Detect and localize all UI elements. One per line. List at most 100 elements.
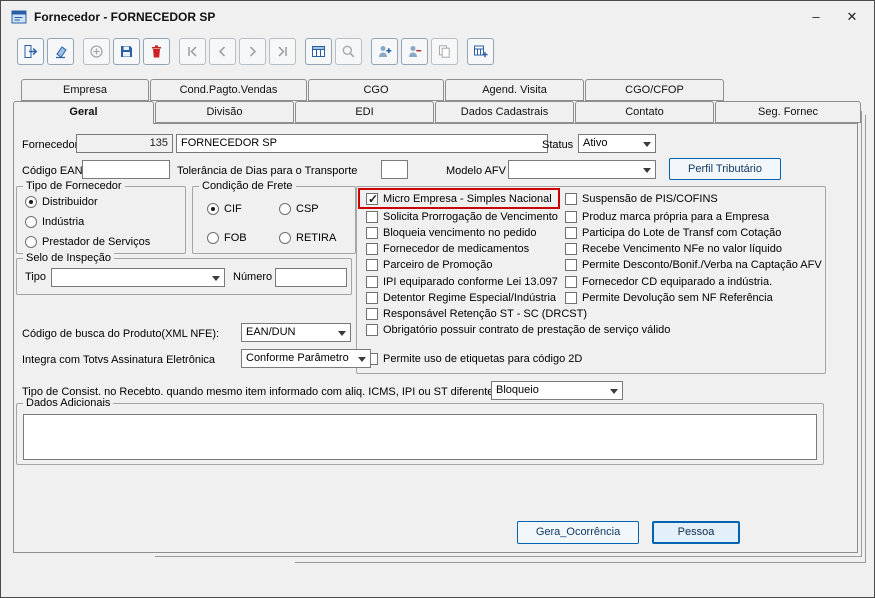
checkbox-label: Permite Desconto/Bonif./Verba na Captaçã… xyxy=(582,259,822,271)
minimize-button[interactable]: – xyxy=(798,1,834,33)
remove-user-button[interactable] xyxy=(401,38,428,65)
perfil-tributario-button[interactable]: Perfil Tributário xyxy=(669,158,781,180)
pessoa-button[interactable]: Pessoa xyxy=(652,521,740,544)
checkbox-permite-devolucao-sem-nf[interactable]: Permite Devolução sem NF Referência xyxy=(565,291,773,305)
checkbox-label: Fornecedor CD equiparado a indústria. xyxy=(582,276,773,288)
tab-empresa[interactable]: Empresa xyxy=(21,79,149,101)
radio-industria[interactable]: Indústria xyxy=(25,215,84,229)
checkbox-box xyxy=(366,192,378,206)
integra-totvs-select[interactable]: Conforme Parâmetro xyxy=(241,349,371,368)
checkbox-suspensao-pis-cofins[interactable]: Suspensão de PIS/COFINS xyxy=(565,192,718,206)
checkbox-label: Obrigatório possuir contrato de prestaçã… xyxy=(383,324,671,336)
first-record-button[interactable] xyxy=(179,38,206,65)
checkbox-solicita-prorrogacao-vencimento[interactable]: Solicita Prorrogação de Vencimento xyxy=(366,210,558,224)
exit-icon xyxy=(24,45,38,58)
checkbox-parceiro-promocao[interactable]: Parceiro de Promoção xyxy=(366,258,492,272)
last-icon xyxy=(278,46,287,57)
tipo-consist-select[interactable]: Bloqueio xyxy=(491,381,623,400)
selo-inspecao-legend: Selo de Inspeção xyxy=(23,252,115,264)
delete-button[interactable] xyxy=(143,38,170,65)
condicao-frete-legend: Condição de Frete xyxy=(199,180,296,192)
radio-csp[interactable]: CSP xyxy=(279,202,319,216)
radio-dot xyxy=(279,203,291,215)
checkbox-detentor-regime-especial[interactable]: Detentor Regime Especial/Indústria xyxy=(366,291,556,305)
checkbox-participa-lote-transf[interactable]: Participa do Lote de Transf com Cotação xyxy=(565,226,781,240)
exit-button[interactable] xyxy=(17,38,44,65)
checkbox-ipi-equiparado-lei-13097[interactable]: IPI equiparado conforme Lei 13.097 xyxy=(366,275,558,289)
checkbox-box xyxy=(565,211,577,223)
checkbox-micro-empresa-simples-nacional[interactable]: Micro Empresa - Simples Nacional xyxy=(366,192,552,206)
selo-tipo-select[interactable] xyxy=(51,268,225,287)
checkbox-produz-marca-propria[interactable]: Produz marca própria para a Empresa xyxy=(565,210,769,224)
tab-geral[interactable]: Geral xyxy=(13,101,154,124)
add-button[interactable] xyxy=(83,38,110,65)
dados-adicionais-textarea[interactable] xyxy=(23,414,817,460)
checkbox-label: Permite uso de etiquetas para código 2D xyxy=(383,353,583,365)
radio-retira[interactable]: RETIRA xyxy=(279,231,336,245)
tab-agend-visita[interactable]: Agend. Visita xyxy=(445,79,584,101)
trash-icon xyxy=(152,45,161,58)
codigo-busca-label: Código de busca do Produto(XML NFE): xyxy=(22,328,220,340)
search-button[interactable] xyxy=(335,38,362,65)
status-label: Status xyxy=(542,139,574,151)
radio-dot xyxy=(25,196,37,208)
checkbox-bloqueia-vencimento-pedido[interactable]: Bloqueia vencimento no pedido xyxy=(366,226,537,240)
radio-distribuidor[interactable]: Distribuidor xyxy=(25,195,98,209)
chevron-down-icon xyxy=(338,331,346,336)
tab-dados-cadastrais[interactable]: Dados Cadastrais xyxy=(435,101,574,123)
checkbox-label: Parceiro de Promoção xyxy=(383,259,493,271)
selo-numero-field[interactable] xyxy=(275,268,347,287)
tab-cgo[interactable]: CGO xyxy=(308,79,444,101)
copy-icon xyxy=(439,45,450,58)
checkbox-fornecedor-medicamentos[interactable]: Fornecedor de medicamentos xyxy=(366,242,529,256)
checkbox-label: Bloqueia vencimento no pedido xyxy=(383,227,537,239)
previous-record-button[interactable] xyxy=(209,38,236,65)
tab-divisao[interactable]: Divisão xyxy=(155,101,294,123)
checkbox-box xyxy=(366,308,378,320)
checkbox-box xyxy=(565,259,577,271)
checkbox-box xyxy=(565,193,577,205)
last-record-button[interactable] xyxy=(269,38,296,65)
fornecedor-name-field[interactable]: FORNECEDOR SP xyxy=(176,134,548,153)
tab-cond-pagto-vendas[interactable]: Cond.Pagto.Vendas xyxy=(150,79,307,101)
table-view-button[interactable] xyxy=(305,38,332,65)
radio-label: CSP xyxy=(296,203,319,215)
user-minus-icon xyxy=(409,46,422,57)
clear-button[interactable] xyxy=(47,38,74,65)
gera-ocorrencia-button[interactable]: Gera_Ocorrência xyxy=(517,521,639,544)
tipo-fornecedor-group: Tipo de Fornecedor Distribuidor Indústri… xyxy=(16,180,186,254)
next-record-button[interactable] xyxy=(239,38,266,65)
checkbox-responsavel-retencao-st[interactable]: Responsável Retenção ST - SC (DRCST) xyxy=(366,307,587,321)
checkbox-box xyxy=(366,292,378,304)
radio-cif[interactable]: CIF xyxy=(207,202,242,216)
chevron-left-icon xyxy=(218,46,226,57)
checkbox-obrigatorio-contrato-servico[interactable]: Obrigatório possuir contrato de prestaçã… xyxy=(366,323,670,337)
codigo-busca-value: EAN/DUN xyxy=(246,326,296,338)
save-button[interactable] xyxy=(113,38,140,65)
radio-fob[interactable]: FOB xyxy=(207,231,247,245)
selo-tipo-label: Tipo xyxy=(25,271,46,283)
add-user-button[interactable] xyxy=(371,38,398,65)
status-select[interactable]: Ativo xyxy=(578,134,656,153)
close-button[interactable]: ✕ xyxy=(834,1,870,33)
checkbox-permite-desconto-bonif[interactable]: Permite Desconto/Bonif./Verba na Captaçã… xyxy=(565,258,822,272)
radio-prestador-servicos[interactable]: Prestador de Serviços xyxy=(25,235,150,249)
codigo-busca-select[interactable]: EAN/DUN xyxy=(241,323,351,342)
modelo-afv-select[interactable] xyxy=(508,160,656,179)
copy-button[interactable] xyxy=(431,38,458,65)
tab-contato[interactable]: Contato xyxy=(575,101,714,123)
fornecedor-code-field[interactable]: 135 xyxy=(76,134,173,153)
codigo-ean-field[interactable] xyxy=(82,160,170,179)
checkbox-fornecedor-cd-equiparado[interactable]: Fornecedor CD equiparado a indústria. xyxy=(565,275,772,289)
tab-edi[interactable]: EDI xyxy=(295,101,434,123)
tab-cgo-cfop[interactable]: CGO/CFOP xyxy=(585,79,724,101)
checkbox-etiquetas-2d[interactable]: Permite uso de etiquetas para código 2D xyxy=(366,352,582,366)
tolerancia-label: Tolerância de Dias para o Transporte xyxy=(177,165,358,177)
checkbox-box xyxy=(366,324,378,336)
geral-tab-page: Fornecedor 135 FORNECEDOR SP Status Ativ… xyxy=(13,123,858,553)
checkbox-recebe-vencimento-nfe[interactable]: Recebe Vencimento NFe no valor líquido xyxy=(565,242,782,256)
tab-seg-fornec[interactable]: Seg. Fornec xyxy=(715,101,861,123)
table-add-button[interactable] xyxy=(467,38,494,65)
tolerancia-field[interactable] xyxy=(381,160,408,179)
checkbox-label: Solicita Prorrogação de Vencimento xyxy=(383,211,558,223)
